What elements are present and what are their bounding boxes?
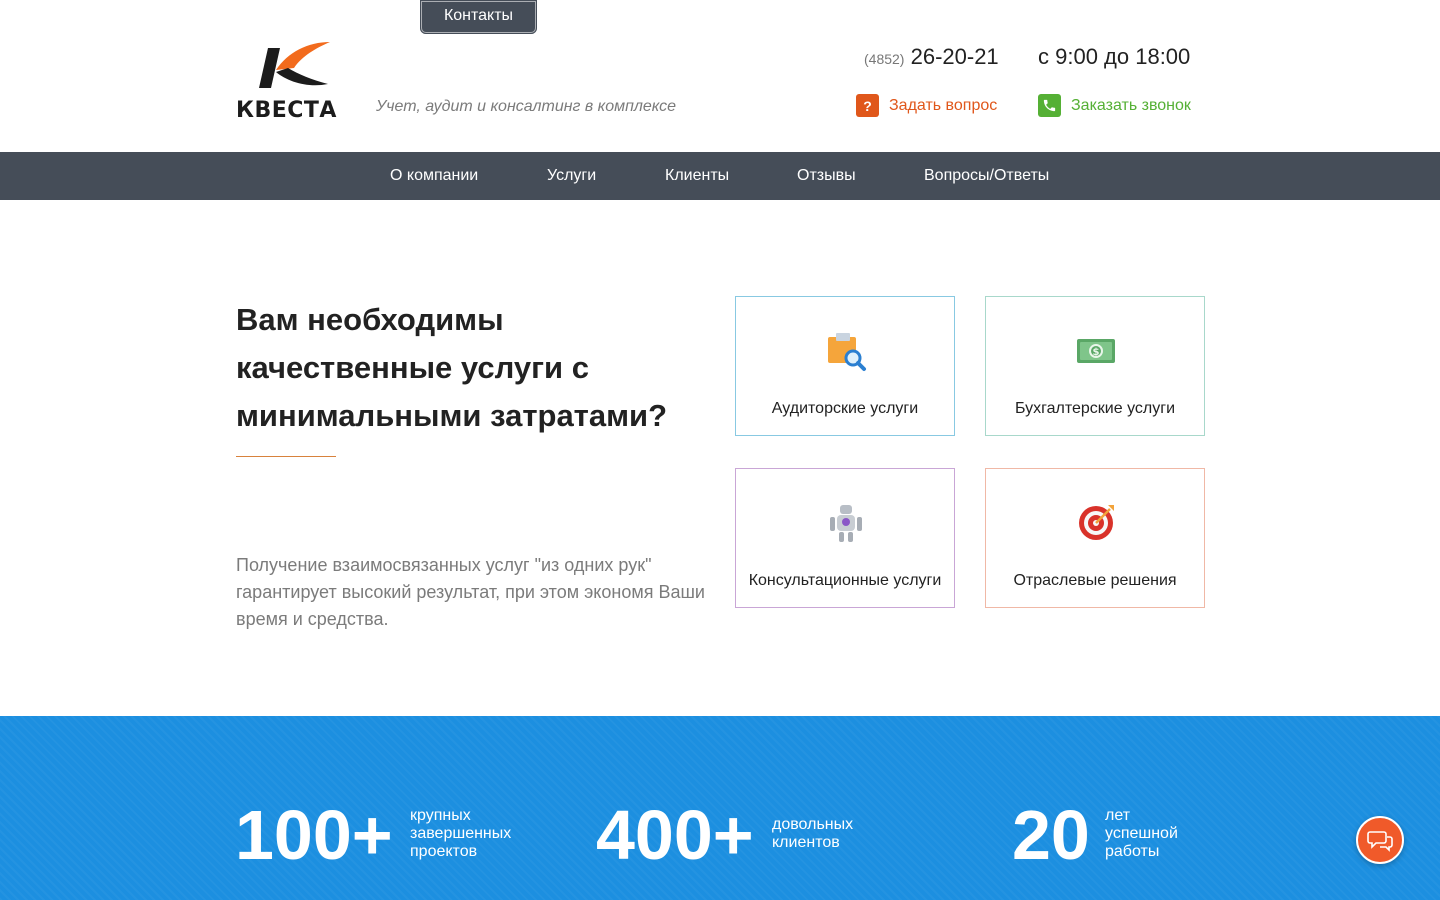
contacts-tab[interactable]: Контакты [420, 0, 537, 34]
nav-item-about[interactable]: О компании [390, 152, 478, 200]
robot-icon [830, 505, 862, 542]
svg-text:$: $ [1093, 347, 1100, 358]
service-card-consulting[interactable]: Консультационные услуги [735, 468, 955, 608]
service-label-audit: Аудиторские услуги [771, 400, 919, 417]
service-label-consulting: Консультационные услуги [748, 572, 942, 589]
money-bill-icon: $ [1077, 339, 1115, 363]
stat-number-clients: 400+ [596, 796, 754, 874]
service-card-accounting[interactable]: $ Бухгалтерские услуги [985, 296, 1205, 436]
logo[interactable]: КВЕСТА [236, 40, 352, 123]
ask-question-link[interactable]: ? Задать вопрос [856, 94, 997, 117]
tagline: Учет, аудит и консалтинг в комплексе [376, 98, 677, 115]
request-call-link[interactable]: Заказать звонок [1038, 94, 1191, 117]
phone-icon [1038, 94, 1061, 117]
stat-number-projects: 100+ [235, 796, 393, 874]
logo-text: КВЕСТА [236, 98, 337, 123]
nav-item-faq[interactable]: Вопросы/Ответы [924, 152, 1049, 200]
nav-item-clients[interactable]: Клиенты [665, 152, 729, 200]
service-card-industry[interactable]: Отраслевые решения [985, 468, 1205, 608]
audit-folder-magnifier-icon [828, 333, 866, 371]
hero-divider [236, 456, 336, 457]
stat-label-projects: крупных завершенных проектов [410, 807, 512, 860]
stat-label-years: лет успешной работы [1105, 807, 1178, 860]
phone[interactable]: (4852) 26-20-21 [864, 44, 999, 70]
service-label-industry: Отраслевые решения [1013, 572, 1177, 589]
phone-code: (4852) [864, 51, 905, 67]
ask-question-label: Задать вопрос [889, 96, 998, 114]
request-call-label: Заказать звонок [1071, 96, 1191, 114]
chat-button[interactable] [1356, 816, 1404, 864]
hero-description: Получение взаимосвязанных услуг "из одни… [236, 555, 705, 629]
nav-item-reviews[interactable]: Отзывы [797, 152, 856, 200]
target-icon [1079, 505, 1114, 540]
hero-title: Вам необходимы качественные услуги с мин… [236, 302, 668, 433]
stat-number-years: 20 [1012, 796, 1090, 874]
chat-bubbles-icon [1367, 831, 1393, 852]
service-card-audit[interactable]: Аудиторские услуги [735, 296, 955, 436]
stat-label-clients: довольных клиентов [772, 816, 854, 851]
main-nav: О компании Услуги Клиенты Отзывы Вопросы… [0, 152, 1440, 200]
phone-number: 26-20-21 [910, 44, 999, 69]
working-hours: с 9:00 до 18:00 [1038, 44, 1191, 69]
page: Контакты КВЕСТА Учет, аудит и консалтинг… [0, 0, 1440, 900]
logo-mark-icon [259, 42, 330, 88]
service-label-accounting: Бухгалтерские услуги [1014, 400, 1176, 417]
nav-item-services[interactable]: Услуги [547, 152, 596, 200]
question-icon: ? [856, 94, 879, 117]
